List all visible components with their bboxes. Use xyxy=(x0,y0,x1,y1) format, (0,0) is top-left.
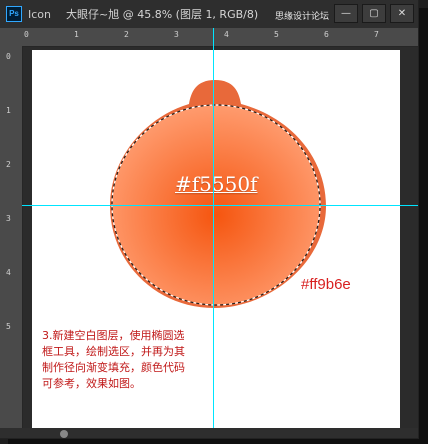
window-shadow xyxy=(419,8,428,444)
horizontal-guide[interactable] xyxy=(22,205,418,206)
edge-color-label: #ff9b6e xyxy=(301,276,351,293)
center-color-label: #f5550f xyxy=(175,172,258,196)
instruction-text: 3.新建空白图层，使用椭圆选框工具，绘制选区，并再为其制作径向渐变填充，颜色代码… xyxy=(42,329,185,390)
window-shadow xyxy=(8,439,428,444)
vertical-guide[interactable] xyxy=(213,28,214,438)
status-indicator-icon xyxy=(60,430,68,438)
photoshop-document-window: Ps Icon 大眼仔~旭 @ 45.8% (图层 1, RGB/8) 思缘设计… xyxy=(0,0,419,439)
